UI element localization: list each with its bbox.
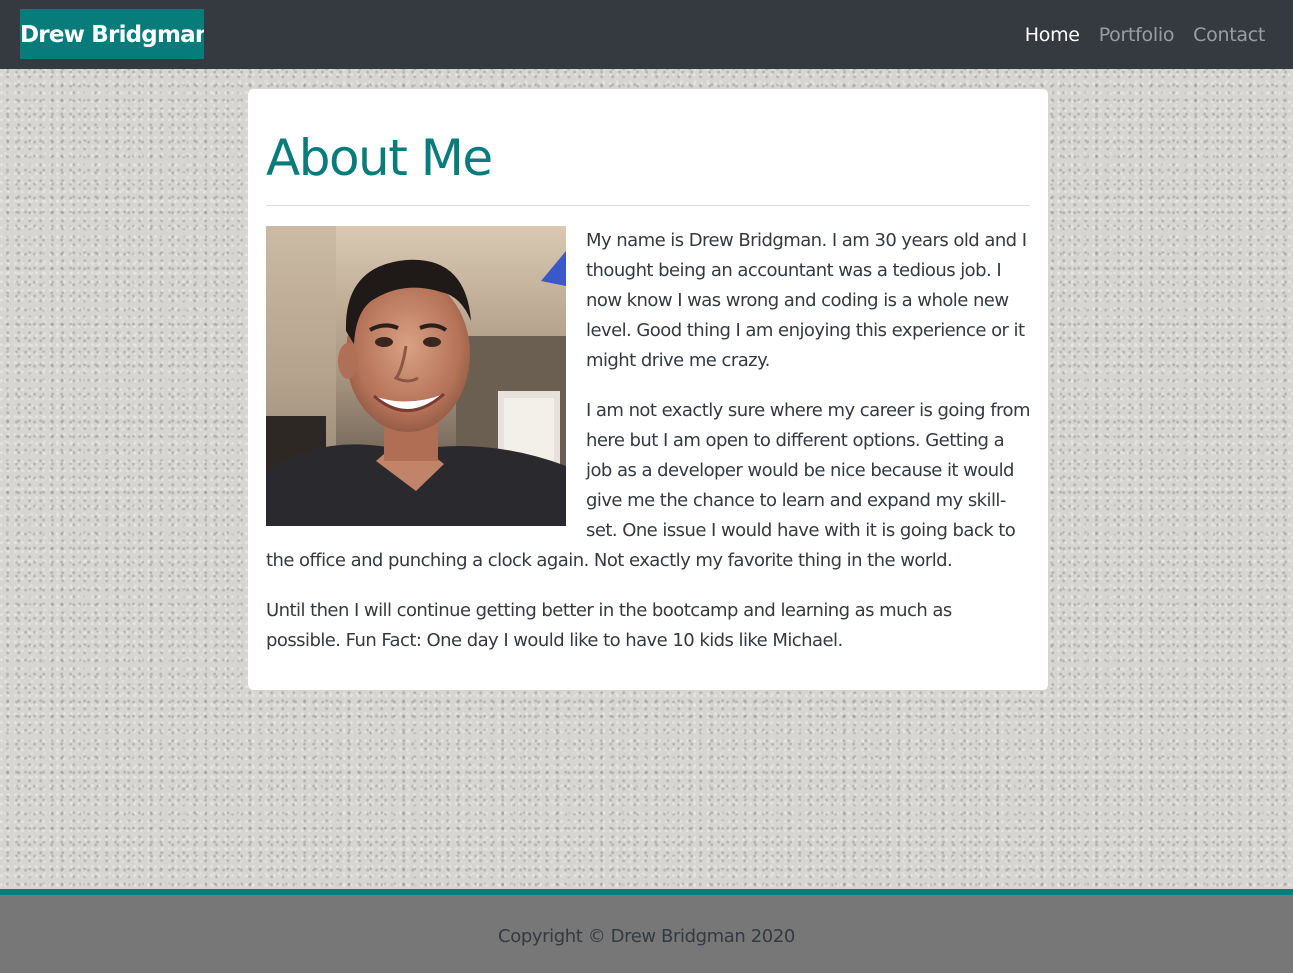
nav-link-portfolio[interactable]: Portfolio — [1099, 24, 1175, 46]
profile-photo — [266, 226, 566, 526]
about-card: About Me My name is Drew Bridgman. I am … — [248, 89, 1048, 690]
footer-copyright: Copyright © Drew Bridgman 2020 — [498, 926, 795, 947]
nav-links: Home Portfolio Contact — [1006, 0, 1266, 69]
footer: Copyright © Drew Bridgman 2020 — [0, 889, 1293, 973]
navbar: Drew Bridgman Home Portfolio Contact — [0, 0, 1293, 69]
about-content: My name is Drew Bridgman. I am 30 years … — [266, 226, 1030, 656]
nav-link-home[interactable]: Home — [1025, 24, 1080, 46]
page-title: About Me — [266, 129, 493, 187]
about-paragraph: Until then I will continue getting bette… — [266, 600, 952, 651]
brand-link[interactable]: Drew Bridgman — [20, 9, 204, 59]
nav-link-contact[interactable]: Contact — [1193, 24, 1265, 46]
title-divider — [266, 205, 1030, 206]
